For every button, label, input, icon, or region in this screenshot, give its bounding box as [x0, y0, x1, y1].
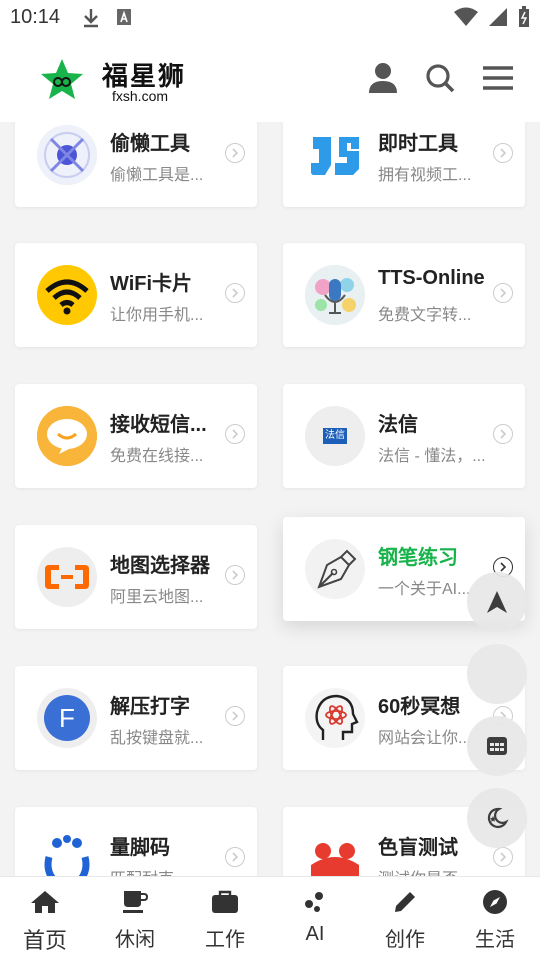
faxin-logo-icon: 法信 — [305, 406, 365, 466]
card-title: 解压打字 — [110, 696, 190, 718]
briefcase-icon — [212, 890, 238, 913]
wifi-card-icon — [37, 265, 97, 325]
moon-icon — [487, 807, 509, 829]
brand-logo-icon — [41, 59, 83, 99]
tool-card-typing[interactable]: F 解压打字 乱按键盘就... — [15, 666, 257, 770]
letter-f-text: F — [44, 695, 90, 741]
card-description: 免费在线接... — [110, 448, 204, 465]
chevron-right-icon — [225, 424, 245, 444]
tab-label: 休闲 — [115, 929, 155, 951]
card-description: 测试你是否 — [378, 865, 488, 876]
tab-life[interactable]: 生活 — [450, 877, 540, 961]
card-description: 偷懒工具是... — [110, 167, 204, 184]
microphone-icon — [305, 265, 365, 325]
tab-create[interactable]: 创作 — [360, 877, 450, 961]
tool-grid: 偷懒工具 偷懒工具是... 即时工具 拥有视频工... WiFi卡片 让你用手机… — [0, 122, 540, 876]
blank-floating-button[interactable] — [467, 644, 527, 704]
card-title: 法信 — [378, 414, 418, 436]
scroll-top-button[interactable] — [467, 572, 527, 632]
ai-icon — [305, 892, 323, 912]
search-button[interactable] — [420, 58, 460, 98]
card-title: WiFi卡片 — [110, 273, 193, 295]
menu-button[interactable] — [478, 58, 518, 98]
user-button[interactable] — [363, 58, 403, 98]
footprint-icon — [37, 829, 97, 876]
dark-mode-button[interactable] — [467, 788, 527, 848]
aliyun-logo-icon — [37, 547, 97, 607]
chevron-right-icon — [493, 283, 513, 303]
status-bar: 10:14 — [0, 0, 540, 38]
tab-label: 创作 — [385, 929, 425, 951]
pencil-icon — [395, 892, 415, 912]
card-description: 让你用手机... — [110, 307, 204, 324]
card-title: TTS-Online — [378, 267, 485, 289]
tab-label: AI — [305, 923, 325, 945]
calculator-button[interactable] — [467, 716, 527, 776]
chevron-right-icon — [493, 424, 513, 444]
chevron-right-icon — [225, 143, 245, 163]
faxin-logo-text: 法信 — [323, 428, 347, 444]
tool-card-faxin[interactable]: 法信 法信 法信 - 懂法，... — [283, 384, 525, 488]
bottom-tab-bar: 首页 休闲 工作 AI 创作 生活 — [0, 876, 540, 961]
tool-card-sms[interactable]: 接收短信... 免费在线接... — [15, 384, 257, 488]
card-description: 免费文字转... — [378, 307, 472, 324]
app-notification-icon — [117, 9, 131, 25]
tool-card-map-picker[interactable]: 地图选择器 阿里云地图... — [15, 525, 257, 629]
search-icon — [426, 64, 455, 93]
card-title: 量脚码 — [110, 837, 170, 859]
tool-card-shoe-size[interactable]: 量脚码 匹配耐克 — [15, 807, 257, 876]
tab-label: 生活 — [475, 929, 515, 951]
chevron-right-icon — [225, 565, 245, 585]
color-test-icon — [305, 829, 365, 876]
chevron-right-icon — [225, 847, 245, 867]
head-atom-icon — [305, 688, 365, 748]
app-header: 福星狮 fxsh.com — [0, 38, 540, 122]
calculator-icon — [487, 737, 507, 755]
brand-domain: fxsh.com — [112, 88, 169, 104]
tab-label: 工作 — [205, 929, 245, 951]
chevron-right-icon — [225, 283, 245, 303]
card-title: 地图选择器 — [110, 555, 210, 577]
tab-leisure[interactable]: 休闲 — [90, 877, 180, 961]
tool-card-tts[interactable]: TTS-Online 免费文字转... — [283, 243, 525, 347]
card-title: 偷懒工具 — [110, 133, 190, 155]
tool-card-toulan[interactable]: 偷懒工具 偷懒工具是... — [15, 122, 257, 207]
chevron-right-icon — [493, 847, 513, 867]
letter-f-icon: F — [37, 688, 97, 748]
tool-card-jishi[interactable]: 即时工具 拥有视频工... — [283, 122, 525, 207]
chat-bubble-icon — [37, 406, 97, 466]
chevron-right-icon — [493, 143, 513, 163]
coffee-icon — [123, 891, 148, 913]
card-description: 匹配耐克 — [110, 865, 220, 876]
hamburger-menu-icon — [483, 66, 513, 90]
wifi-icon — [454, 7, 478, 26]
card-title: 钢笔练习 — [378, 547, 458, 569]
download-icon — [84, 9, 98, 28]
tab-ai[interactable]: AI — [270, 877, 360, 961]
tab-home[interactable]: 首页 — [0, 877, 90, 961]
chevron-right-icon — [225, 706, 245, 726]
js-tool-icon — [305, 125, 365, 185]
user-icon — [369, 63, 397, 93]
navigation-arrow-icon — [487, 591, 507, 613]
toulan-tool-icon — [37, 125, 97, 185]
card-description: 乱按键盘就... — [110, 730, 204, 747]
card-description: 法信 - 懂法，... — [378, 448, 486, 465]
tool-card-wifi[interactable]: WiFi卡片 让你用手机... — [15, 243, 257, 347]
card-description: 拥有视频工... — [378, 167, 472, 184]
card-title: 即时工具 — [378, 133, 458, 155]
card-description: 阿里云地图... — [110, 589, 204, 606]
battery-icon — [519, 6, 529, 27]
signal-icon — [489, 8, 507, 26]
card-title: 接收短信... — [110, 414, 207, 436]
home-icon — [31, 891, 59, 913]
status-time: 10:14 — [10, 6, 61, 28]
tab-label: 首页 — [22, 928, 67, 953]
fountain-pen-icon — [305, 539, 365, 599]
tab-work[interactable]: 工作 — [180, 877, 270, 961]
compass-icon — [483, 890, 507, 914]
